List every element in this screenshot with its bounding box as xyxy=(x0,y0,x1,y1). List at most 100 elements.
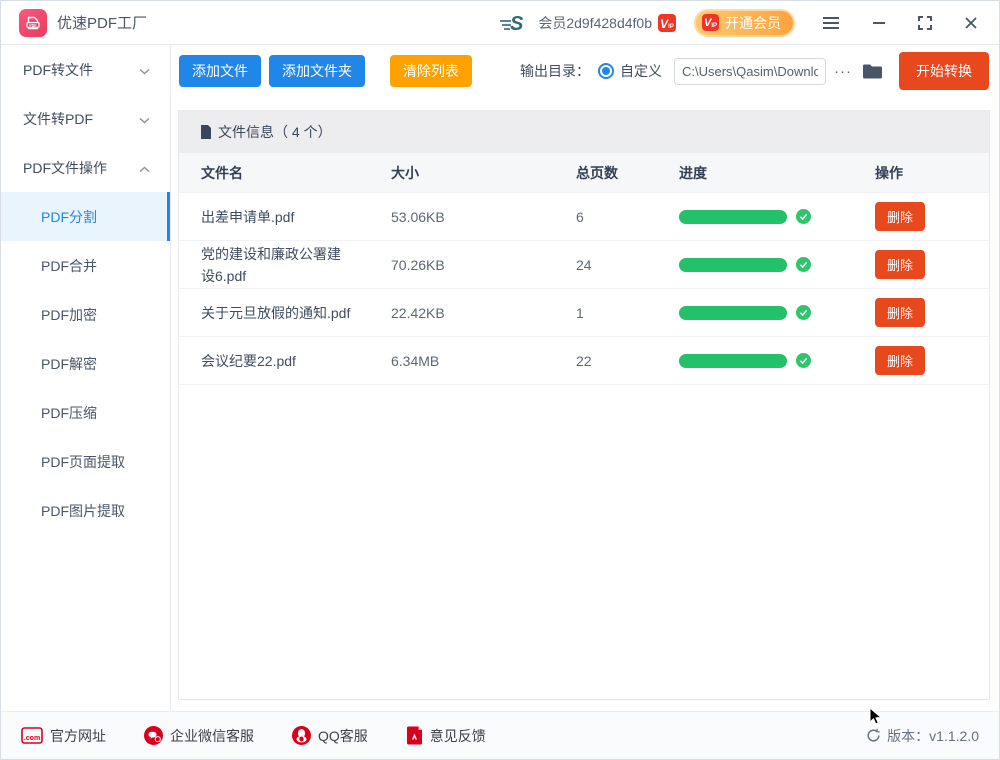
table-row: 关于元旦放假的通知.pdf 22.42KB 1 删除 xyxy=(179,289,989,337)
vip-badge-icon: VIP xyxy=(658,14,676,32)
file-size: 53.06KB xyxy=(391,209,536,225)
browse-more-button[interactable]: ··· xyxy=(834,63,852,80)
start-convert-button[interactable]: 开始转换 xyxy=(899,52,989,90)
sidebar-item-pdf-decrypt[interactable]: PDF解密 xyxy=(1,339,170,388)
table-row: 会议纪要22.pdf 6.34MB 22 删除 xyxy=(179,337,989,385)
wechat-support-link[interactable]: 企业微信客服 xyxy=(144,726,254,746)
add-file-button[interactable]: 添加文件 xyxy=(179,55,261,87)
column-size: 大小 xyxy=(391,163,536,183)
check-circle-icon xyxy=(796,257,811,272)
chevron-down-icon xyxy=(139,111,150,127)
minimize-button[interactable] xyxy=(867,11,891,35)
sidebar-item-pdf-image-extract[interactable]: PDF图片提取 xyxy=(1,486,170,535)
progress-bar xyxy=(679,306,787,320)
feedback-icon xyxy=(406,726,423,745)
version-label: 版本：v1.1.2.0 xyxy=(887,726,979,746)
delete-button[interactable]: 删除 xyxy=(875,346,925,375)
app-window: PDF 优速PDF工厂 S 会员2d9f428d4f0b VIP VIP 开通会… xyxy=(0,0,1000,760)
file-pages: 6 xyxy=(576,209,639,225)
toolbar: 添加文件 添加文件夹 清除列表 输出目录： 自定义 ··· 开始转换 xyxy=(171,45,999,97)
footer: .com 官方网址 企业微信客服 QQ客服 xyxy=(1,711,999,759)
upgrade-membership-button[interactable]: VIP 开通会员 xyxy=(694,9,795,37)
sidebar-item-pdf-page-extract[interactable]: PDF页面提取 xyxy=(1,437,170,486)
svg-text:PDF: PDF xyxy=(29,23,37,27)
titlebar-right: S 会员2d9f428d4f0b VIP VIP 开通会员 xyxy=(498,9,983,37)
delete-button[interactable]: 删除 xyxy=(875,250,925,279)
qq-icon xyxy=(292,726,311,745)
file-info-header: 文件信息 （ 4 个） xyxy=(179,111,989,153)
custom-dir-label: 自定义 xyxy=(620,61,662,81)
titlebar: PDF 优速PDF工厂 S 会员2d9f428d4f0b VIP VIP 开通会… xyxy=(1,1,999,45)
official-website-link[interactable]: .com 官方网址 xyxy=(21,726,106,746)
sidebar-item-pdf-encrypt[interactable]: PDF加密 xyxy=(1,290,170,339)
clear-list-button[interactable]: 清除列表 xyxy=(390,55,472,87)
check-circle-icon xyxy=(796,353,811,368)
output-dir-label: 输出目录： xyxy=(520,61,590,81)
output-dir-group: 输出目录： 自定义 ··· 开始转换 xyxy=(520,52,989,90)
chevron-down-icon xyxy=(139,62,150,78)
sidebar: PDF转文件 文件转PDF PDF文件操作 PDF分割 PDF合并 PDF加密 … xyxy=(1,45,171,713)
table-header: 文件名 大小 总页数 进度 操作 xyxy=(179,153,989,193)
close-button[interactable] xyxy=(959,11,983,35)
brand: PDF 优速PDF工厂 xyxy=(19,9,147,37)
update-refresh-icon xyxy=(866,728,881,743)
column-filename: 文件名 xyxy=(201,162,351,184)
hamburger-icon xyxy=(821,15,841,31)
chevron-up-icon xyxy=(139,160,150,176)
maximize-icon xyxy=(917,15,933,31)
delete-button[interactable]: 删除 xyxy=(875,298,925,327)
feedback-link[interactable]: 意见反馈 xyxy=(406,726,486,746)
svg-text:.com: .com xyxy=(24,735,40,742)
progress-bar xyxy=(679,258,787,272)
main-panel: 添加文件 添加文件夹 清除列表 输出目录： 自定义 ··· 开始转换 xyxy=(171,45,999,713)
file-pages: 1 xyxy=(576,305,639,321)
minimize-icon xyxy=(871,15,887,31)
file-size: 22.42KB xyxy=(391,305,536,321)
qq-support-link[interactable]: QQ客服 xyxy=(292,726,368,746)
open-folder-button[interactable] xyxy=(862,63,883,80)
file-name: 关于元旦放假的通知.pdf xyxy=(201,302,351,324)
com-website-icon: .com xyxy=(21,727,43,744)
progress-cell xyxy=(679,353,835,368)
column-pages: 总页数 xyxy=(576,163,639,183)
custom-dir-radio[interactable] xyxy=(598,63,614,79)
output-path-input[interactable] xyxy=(674,58,826,85)
file-count: （ 4 个） xyxy=(274,122,332,142)
file-info-title: 文件信息 xyxy=(218,122,274,142)
check-circle-icon xyxy=(796,305,811,320)
table-row: 出差申请单.pdf 53.06KB 6 删除 xyxy=(179,193,989,241)
app-title: 优速PDF工厂 xyxy=(57,12,147,33)
progress-cell xyxy=(679,305,835,320)
version-info: 版本：v1.1.2.0 xyxy=(866,726,979,746)
sidebar-group-pdf-to-file[interactable]: PDF转文件 xyxy=(1,45,170,94)
progress-bar xyxy=(679,210,787,224)
file-name: 党的建设和廉政公署建设6.pdf xyxy=(201,243,351,287)
sidebar-item-pdf-split[interactable]: PDF分割 xyxy=(1,192,170,241)
wechat-icon xyxy=(144,726,163,745)
menu-button[interactable] xyxy=(817,11,845,35)
file-name: 会议纪要22.pdf xyxy=(201,350,351,372)
sidebar-item-pdf-compress[interactable]: PDF压缩 xyxy=(1,388,170,437)
file-size: 70.26KB xyxy=(391,257,536,273)
app-logo-icon: PDF xyxy=(19,9,47,37)
add-folder-button[interactable]: 添加文件夹 xyxy=(269,55,365,87)
check-circle-icon xyxy=(796,209,811,224)
brand-swoosh-icon: S xyxy=(498,12,530,34)
column-progress: 进度 xyxy=(679,163,835,183)
sidebar-group-pdf-operations[interactable]: PDF文件操作 xyxy=(1,143,170,192)
vip-mini-icon: VIP xyxy=(702,14,719,31)
table-row: 党的建设和廉政公署建设6.pdf 70.26KB 24 删除 xyxy=(179,241,989,289)
sidebar-item-pdf-merge[interactable]: PDF合并 xyxy=(1,241,170,290)
folder-icon xyxy=(862,63,883,80)
sidebar-group-file-to-pdf[interactable]: 文件转PDF xyxy=(1,94,170,143)
progress-bar xyxy=(679,354,787,368)
column-action: 操作 xyxy=(875,163,967,183)
maximize-button[interactable] xyxy=(913,11,937,35)
close-icon xyxy=(963,15,979,31)
delete-button[interactable]: 删除 xyxy=(875,202,925,231)
svg-text:S: S xyxy=(510,13,524,34)
file-list-card: 文件信息 （ 4 个） 文件名 大小 总页数 进度 操作 出差申请单.pdf 5… xyxy=(178,110,990,700)
file-pages: 22 xyxy=(576,353,639,369)
progress-cell xyxy=(679,209,835,224)
member-id: 会员2d9f428d4f0b xyxy=(538,13,652,33)
